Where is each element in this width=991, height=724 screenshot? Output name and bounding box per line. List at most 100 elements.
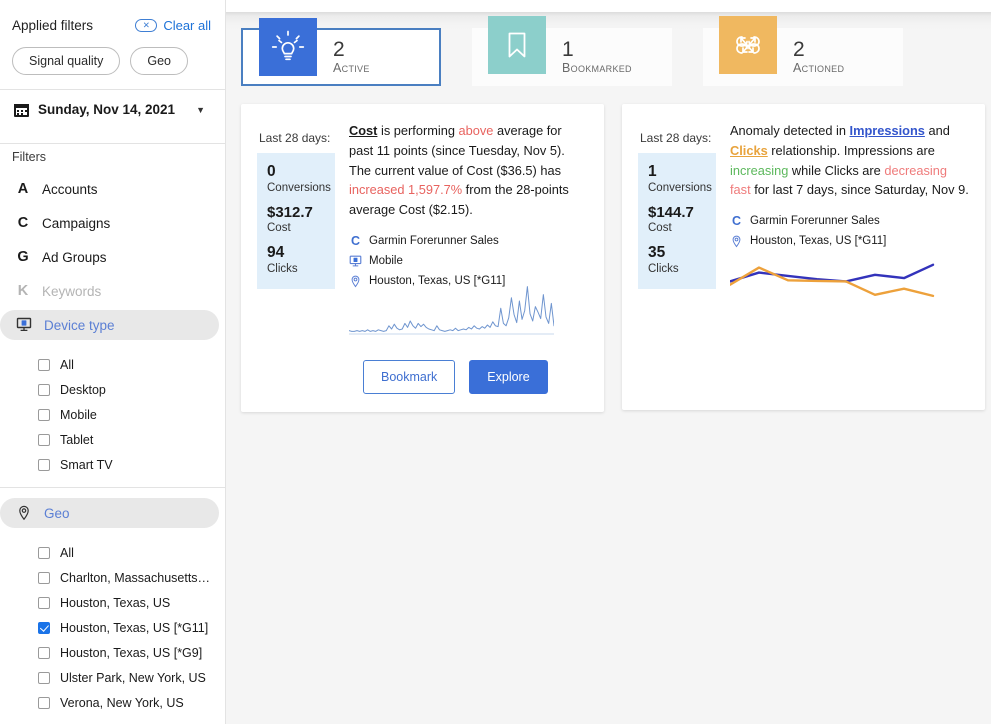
checkbox-icon[interactable] <box>38 696 50 709</box>
checkbox-icon[interactable] <box>38 671 50 684</box>
top-white-band <box>226 0 991 12</box>
chevron-down-icon: ▼ <box>196 104 205 115</box>
last-28-days-label: Last 28 days: <box>640 131 712 145</box>
checkbox-row-geo-verona[interactable]: Verona, New York, US <box>0 690 225 715</box>
status-card-texts: 2 Active <box>333 38 370 76</box>
checkbox-icon[interactable] <box>38 358 50 371</box>
oval-x-icon: ✕ <box>135 19 158 32</box>
meta-row-device: Mobile <box>349 251 588 271</box>
checkbox-row-geo-all[interactable]: All <box>0 540 225 565</box>
meta-label: Mobile <box>369 255 403 268</box>
checkbox-row-geo-charlton[interactable]: Charlton, Massachusetts… <box>0 565 225 590</box>
checkbox-icon[interactable] <box>38 433 50 446</box>
knot-arrows-icon <box>719 16 777 74</box>
lightbulb-icon <box>259 18 317 76</box>
insight-card-body: Last 28 days: 1 Conversions $144.7 Cost … <box>638 120 969 314</box>
checkbox-row-geo-ulster-park[interactable]: Ulster Park, New York, US <box>0 665 225 690</box>
checkbox-icon[interactable] <box>38 571 50 584</box>
sidebar-item-label: Device type <box>44 317 115 333</box>
metric-caption-clicks: Clicks <box>267 262 298 275</box>
metric-value-conversions: 1 <box>648 163 657 180</box>
checkbox-icon[interactable] <box>38 596 50 609</box>
status-count: 1 <box>562 37 574 61</box>
checkbox-label: Verona, New York, US <box>60 695 184 710</box>
insight-description-panel: Anomaly detected in Impressions and Clic… <box>728 120 969 314</box>
checkbox-label: Smart TV <box>60 457 113 472</box>
date-picker-value: Sunday, Nov 14, 2021 <box>38 102 176 117</box>
bookmark-button[interactable]: Bookmark <box>363 360 456 394</box>
sidebar-item-geo[interactable]: Geo <box>0 498 219 528</box>
insight-metrics-panel: Last 28 days: 0 Conversions $312.7 Cost … <box>257 120 335 291</box>
map-pin-icon <box>732 235 741 248</box>
sidebar-item-label: Geo <box>44 505 70 521</box>
insight-metrics-panel: Last 28 days: 1 Conversions $144.7 Cost … <box>638 120 716 314</box>
checkbox-row-mobile[interactable]: Mobile <box>0 402 225 427</box>
checkbox-row-geo-houston-g9[interactable]: Houston, Texas, US [*G9] <box>0 640 225 665</box>
meta-row-geo: Houston, Texas, US [*G11] <box>730 231 969 251</box>
letter-a-icon: A <box>17 181 29 197</box>
bookmark-icon <box>488 16 546 74</box>
checkbox-row-geo-houston-g11[interactable]: Houston, Texas, US [*G11] <box>0 615 225 640</box>
sidebar-item-campaigns[interactable]: C Campaigns <box>0 208 219 238</box>
letter-c-icon: C <box>350 234 361 249</box>
sidebar-item-ad-groups[interactable]: G Ad Groups <box>0 242 219 272</box>
meta-label: Houston, Texas, US [*G11] <box>750 235 887 248</box>
anomaly-chart-svg <box>728 263 935 298</box>
insight-description: Cost is performing above average for pas… <box>349 123 569 218</box>
sparkline-svg <box>348 286 555 335</box>
checkbox-label: Mobile <box>60 407 97 422</box>
checkbox-row-desktop[interactable]: Desktop <box>0 377 225 402</box>
sidebar-item-device-type[interactable]: Device type <box>0 310 219 340</box>
cost-sparkline-chart <box>348 285 555 340</box>
geo-options: All Charlton, Massachusetts… Houston, Te… <box>0 532 225 715</box>
checkbox-label: Tablet <box>60 432 94 447</box>
checkbox-row-smart-tv[interactable]: Smart TV <box>0 452 225 477</box>
status-card-active[interactable]: 2 Active <box>241 18 441 86</box>
clear-all-button[interactable]: ✕ Clear all <box>135 18 211 33</box>
metric-caption-conversions: Conversions <box>267 181 331 194</box>
checkbox-icon[interactable] <box>38 621 50 634</box>
checkbox-icon[interactable] <box>38 383 50 396</box>
letter-c-icon: C <box>731 214 742 229</box>
device-type-options: All Desktop Mobile Tablet Smart TV <box>0 344 225 477</box>
meta-label: Garmin Forerunner Sales <box>369 235 499 248</box>
insight-card-anomaly[interactable]: Last 28 days: 1 Conversions $144.7 Cost … <box>622 104 985 410</box>
date-picker[interactable]: Sunday, Nov 14, 2021 ▼ <box>0 90 225 129</box>
metrics-box: 1 Conversions $144.7 Cost 35 Clicks <box>638 153 716 289</box>
explore-button[interactable]: Explore <box>469 360 548 394</box>
checkbox-row-all[interactable]: All <box>0 352 225 377</box>
insight-description: Anomaly detected in Impressions and Clic… <box>730 123 969 198</box>
filters-section-label: Filters <box>12 150 47 164</box>
chip-geo[interactable]: Geo <box>130 47 188 75</box>
checkbox-icon[interactable] <box>38 458 50 471</box>
letter-k-icon: K <box>17 283 29 299</box>
chip-signal-quality[interactable]: Signal quality <box>12 47 121 75</box>
metric-caption-clicks: Clicks <box>648 262 679 275</box>
checkbox-icon[interactable] <box>38 408 50 421</box>
sidebar-item-label: Accounts <box>42 181 98 197</box>
metric-caption-conversions: Conversions <box>648 181 712 194</box>
status-count: 2 <box>793 37 805 61</box>
status-card-bookmarked[interactable]: 1 Bookmarked <box>472 16 672 86</box>
map-pin-icon <box>19 505 29 521</box>
sidebar-divider-3 <box>0 487 225 488</box>
main-content: 2 Active 1 Bookmarked 2 Actioned Last 28… <box>226 0 991 724</box>
checkbox-icon[interactable] <box>38 546 50 559</box>
checkbox-row-geo-houston[interactable]: Houston, Texas, US <box>0 590 225 615</box>
checkbox-icon[interactable] <box>38 646 50 659</box>
checkbox-row-tablet[interactable]: Tablet <box>0 427 225 452</box>
status-cards-row: 2 Active 1 Bookmarked 2 Actioned <box>241 16 903 86</box>
insight-card-cost[interactable]: Last 28 days: 0 Conversions $312.7 Cost … <box>241 104 604 412</box>
calendar-icon <box>14 102 29 117</box>
sidebar-item-accounts[interactable]: A Accounts <box>0 174 219 204</box>
applied-filter-chips: Signal quality Geo <box>0 33 225 75</box>
sidebar-item-label: Ad Groups <box>42 249 107 265</box>
sidebar-item-label: Keywords <box>42 283 102 299</box>
letter-g-icon: G <box>17 249 29 265</box>
meta-label: Garmin Forerunner Sales <box>750 215 880 228</box>
status-label: Active <box>333 61 370 76</box>
status-card-actioned[interactable]: 2 Actioned <box>703 16 903 86</box>
checkbox-label: All <box>60 357 74 372</box>
sidebar-item-keywords[interactable]: K Keywords <box>0 276 219 306</box>
applied-filters-header: Applied filters ✕ Clear all <box>0 0 225 33</box>
